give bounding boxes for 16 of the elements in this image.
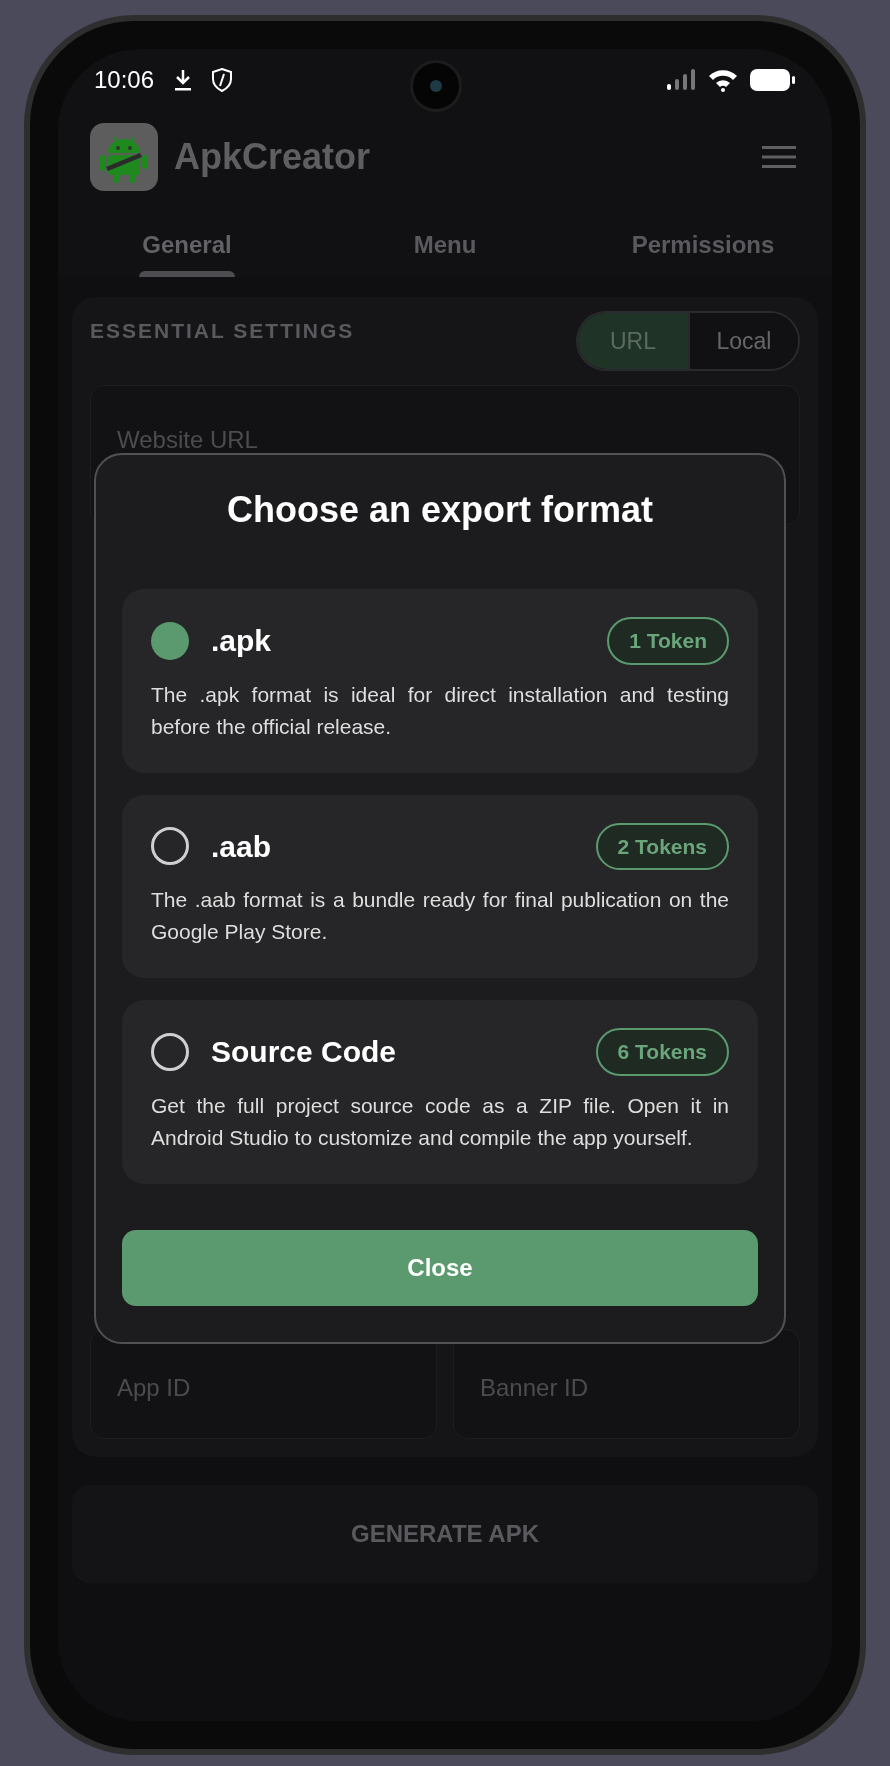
- dialog-title: Choose an export format: [226, 488, 654, 532]
- format-description: Get the full project source code as a ZIP file. Open it in Android Studio to customize and compile the app yourself.: [151, 1092, 729, 1151]
- format-description: The .apk format is ideal for direct installation and testing before the official release.: [151, 681, 729, 740]
- field-placeholder: Banner ID: [480, 1374, 589, 1401]
- token-badge: 1 Token: [607, 617, 729, 665]
- format-description: The .aab format is a bundle ready for final publication on the Google Play Store.: [151, 887, 729, 945]
- app-title: ApkCreator: [174, 135, 371, 179]
- format-name: .aab: [211, 828, 272, 865]
- field-placeholder: App ID: [117, 1374, 191, 1401]
- token-badge: 6 Tokens: [595, 1028, 729, 1076]
- field-placeholder: Website URL: [117, 426, 258, 453]
- status-time: 10:06: [94, 65, 155, 95]
- section-heading: ESSENTIAL SETTINGS: [90, 318, 355, 344]
- format-name: .apk: [211, 623, 272, 660]
- format-name: Source Code: [211, 1034, 397, 1071]
- token-badge: 2 Tokens: [595, 822, 729, 870]
